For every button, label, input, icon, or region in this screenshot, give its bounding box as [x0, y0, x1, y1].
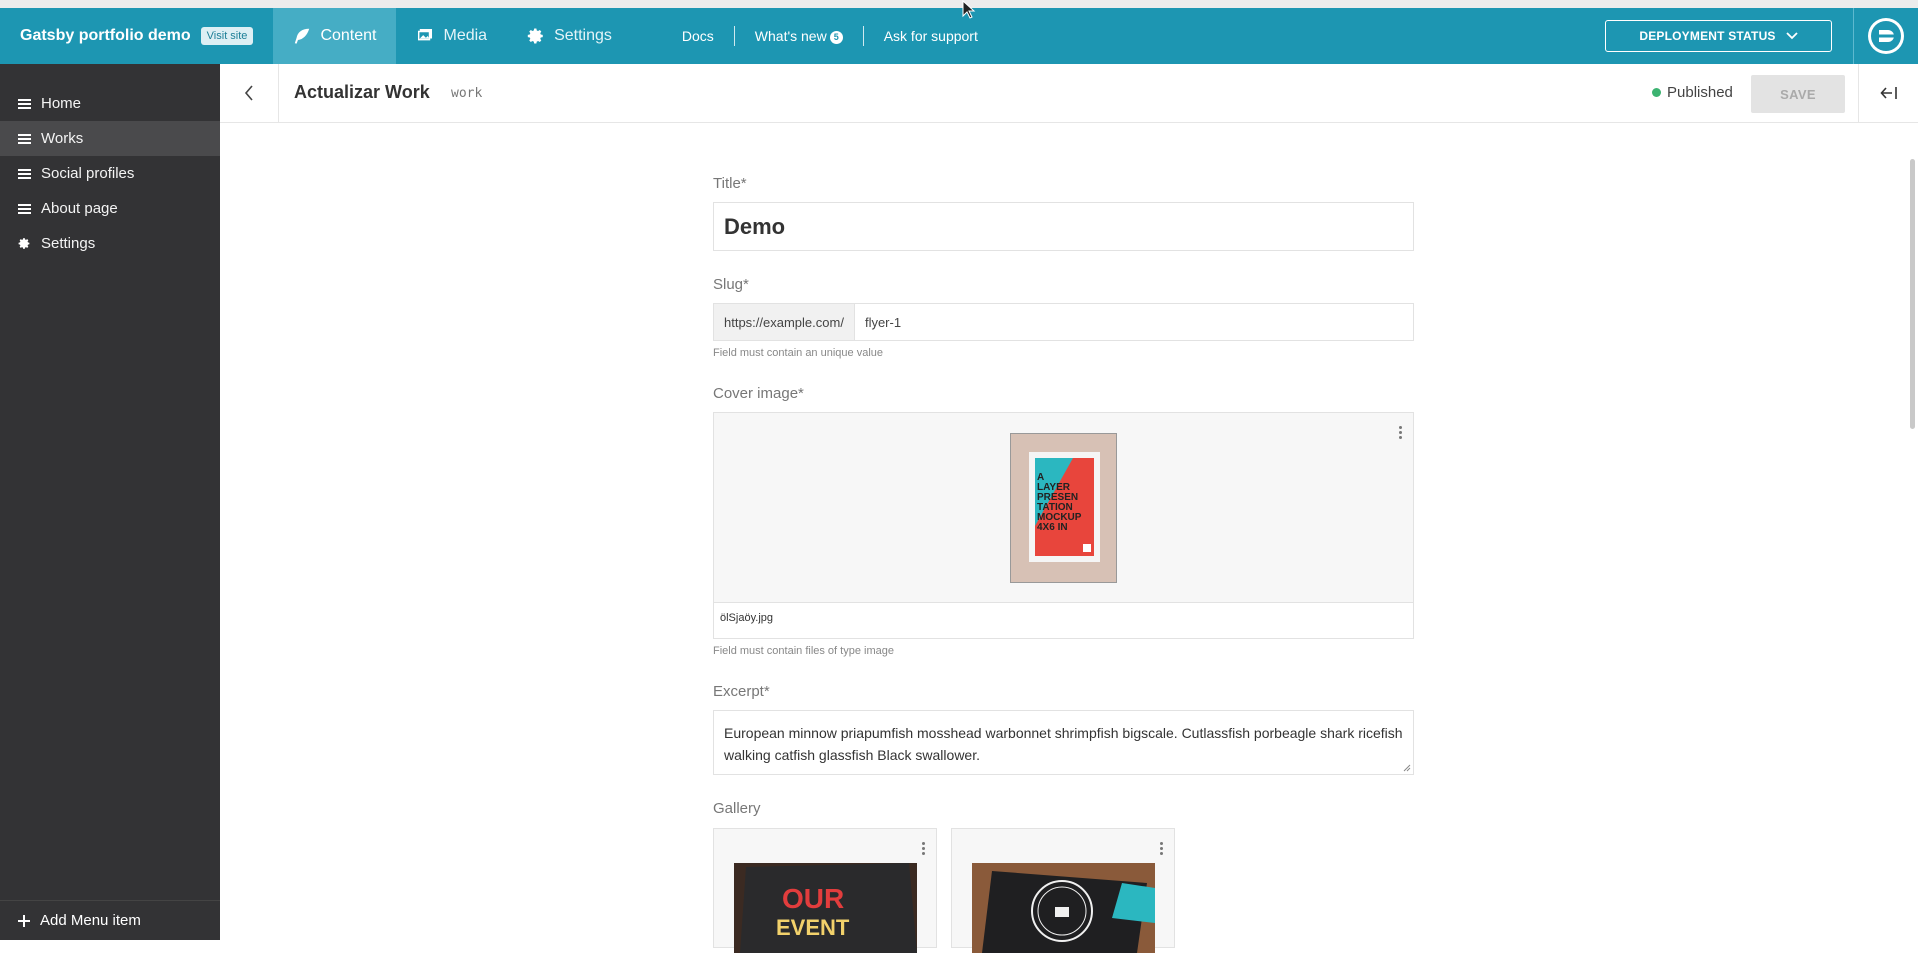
- slug-field[interactable]: https://example.com/ flyer-1: [713, 303, 1414, 341]
- list-icon: [18, 98, 31, 109]
- gear-icon: [18, 238, 30, 249]
- sidebar-item-home[interactable]: Home: [0, 86, 220, 121]
- add-menu-item-button[interactable]: Add Menu item: [0, 900, 220, 940]
- model-api-key: work: [451, 86, 483, 101]
- sidebar-item-social-profiles[interactable]: Social profiles: [0, 156, 220, 191]
- arrow-left-to-line-icon: [1879, 87, 1897, 99]
- sidebar-item-label: About page: [41, 200, 118, 217]
- sidebar-item-label: Settings: [41, 235, 96, 252]
- cover-image-field: A LAYER PRESEN TATION MOCKUP 4X6 IN ölSjaöy.j…: [713, 412, 1414, 639]
- site-name: Gatsby portfolio demo: [20, 27, 191, 44]
- scrollbar-thumb[interactable]: [1910, 159, 1915, 429]
- list-icon: [18, 168, 31, 179]
- page-title: Actualizar Work: [294, 82, 430, 102]
- tab-media-label: Media: [443, 27, 488, 44]
- header-links: Docs What's new 5 Ask for support: [662, 26, 998, 46]
- support-link[interactable]: Ask for support: [864, 28, 998, 44]
- tab-media[interactable]: Media: [396, 8, 507, 64]
- excerpt-text: European minnow priapumfish mosshead war…: [724, 725, 1403, 763]
- gallery-item-options-icon[interactable]: [920, 842, 926, 855]
- svg-text:4X6 IN: 4X6 IN: [1037, 522, 1068, 533]
- sidebar-item-label: Social profiles: [41, 165, 135, 182]
- save-button[interactable]: SAVE: [1751, 75, 1845, 113]
- slug-input[interactable]: flyer-1: [855, 304, 911, 340]
- main-tabs: Content Media Settings: [273, 8, 631, 64]
- docs-link[interactable]: Docs: [662, 28, 734, 44]
- gallery-item[interactable]: OUR EVENT: [713, 828, 937, 953]
- title-input[interactable]: Demo: [713, 202, 1414, 251]
- svg-text:EVENT: EVENT: [776, 915, 850, 940]
- gear-icon: [527, 28, 543, 44]
- avatar: [1868, 18, 1904, 54]
- chevron-left-icon: [244, 85, 253, 101]
- feather-icon: [295, 28, 310, 44]
- slug-label: Slug*: [713, 276, 749, 293]
- sidebar-item-label: Works: [41, 130, 84, 147]
- cover-image-thumbnail[interactable]: A LAYER PRESEN TATION MOCKUP 4X6 IN: [1010, 433, 1117, 583]
- status-dot-icon: [1652, 88, 1661, 97]
- images-icon: [418, 28, 433, 41]
- sidebar-item-settings[interactable]: Settings: [0, 226, 220, 261]
- gallery-label: Gallery: [713, 800, 761, 817]
- collapse-sidebar-button[interactable]: [1858, 64, 1918, 122]
- chevron-down-icon: [1786, 32, 1798, 40]
- slug-prefix: https://example.com/: [714, 304, 855, 340]
- excerpt-textarea[interactable]: European minnow priapumfish mosshead war…: [713, 710, 1414, 775]
- list-icon: [18, 133, 31, 144]
- tab-settings-label: Settings: [554, 27, 612, 44]
- deployment-status-button[interactable]: DEPLOYMENT STATUS: [1605, 20, 1832, 52]
- tab-content[interactable]: Content: [273, 8, 397, 64]
- gallery-item-options-icon[interactable]: [1158, 842, 1164, 855]
- tab-content-label: Content: [320, 27, 377, 44]
- top-navigation-bar: Gatsby portfolio demo Visit site Content…: [0, 8, 1918, 64]
- whats-new-label: What's new: [754, 28, 827, 44]
- visit-site-button[interactable]: Visit site: [200, 27, 254, 45]
- gallery-item[interactable]: [951, 828, 1175, 953]
- plus-icon: [18, 914, 30, 927]
- cover-options-icon[interactable]: [1397, 426, 1403, 439]
- scrollbar[interactable]: [1908, 123, 1918, 940]
- whats-new-count-badge: 5: [829, 30, 843, 44]
- excerpt-label: Excerpt*: [713, 683, 770, 700]
- resize-handle-icon[interactable]: [1403, 764, 1411, 772]
- cover-filename: ölSjaöy.jpg: [720, 612, 773, 624]
- flyer-mockup-image: ALAYERPRESENTATIONMOCKUP4X6 IN: [1011, 434, 1116, 582]
- status-badge: Published: [1652, 84, 1733, 101]
- editor-toolbar: Actualizar Work work Published SAVE: [220, 64, 1918, 123]
- cover-image-hint: Field must contain files of type image: [713, 645, 894, 657]
- mouse-cursor-icon: [962, 0, 976, 19]
- tab-settings[interactable]: Settings: [507, 8, 632, 64]
- list-icon: [18, 203, 31, 214]
- user-menu[interactable]: [1853, 8, 1918, 64]
- browser-top-strip: [0, 0, 1918, 8]
- cover-image-preview[interactable]: A LAYER PRESEN TATION MOCKUP 4X6 IN: [714, 413, 1413, 603]
- sidebar-item-about-page[interactable]: About page: [0, 191, 220, 226]
- add-menu-item-label: Add Menu item: [40, 912, 141, 929]
- back-button[interactable]: [220, 64, 279, 122]
- title-label: Title*: [713, 175, 747, 192]
- sidebar: Home Works Social profiles About page Se…: [0, 64, 220, 940]
- status-label: Published: [1667, 84, 1733, 101]
- slug-hint: Field must contain an unique value: [713, 347, 883, 359]
- whats-new-link[interactable]: What's new 5: [735, 28, 863, 44]
- svg-text:OUR: OUR: [782, 883, 844, 914]
- sidebar-item-works[interactable]: Works: [0, 121, 220, 156]
- datocms-logo-icon: [1871, 21, 1901, 51]
- deployment-status-label: DEPLOYMENT STATUS: [1639, 29, 1776, 43]
- sidebar-item-label: Home: [41, 95, 82, 112]
- cover-image-label: Cover image*: [713, 385, 804, 402]
